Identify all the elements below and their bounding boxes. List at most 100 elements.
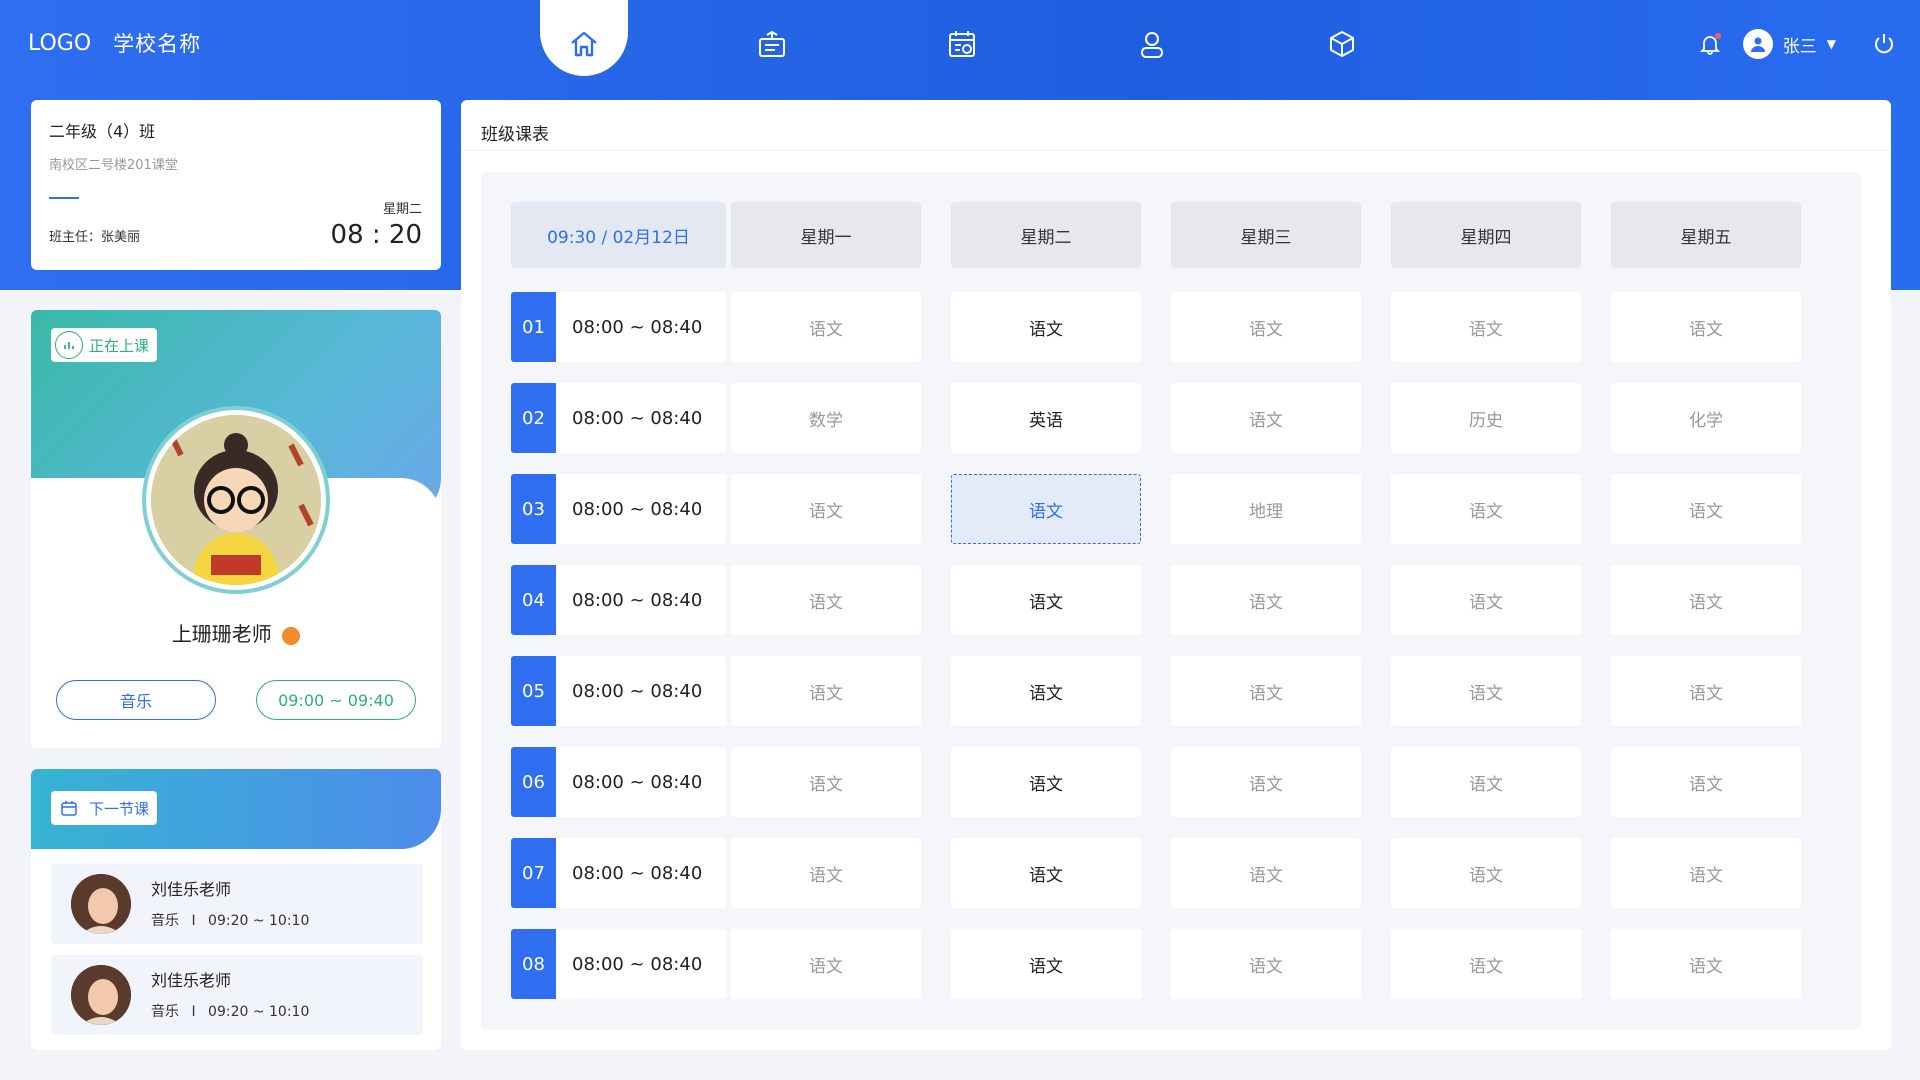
schedule-cell[interactable]: 语文 <box>731 474 921 544</box>
user-avatar-icon <box>1742 29 1773 59</box>
day-header: 星期三 <box>1171 202 1361 268</box>
period-time: 08:00 ~ 08:40 <box>572 407 703 429</box>
period-slot: 03 08:00 ~ 08:40 <box>511 474 726 544</box>
period-number: 04 <box>511 565 556 635</box>
schedule-cell[interactable]: 语文 <box>731 565 921 635</box>
period-slot: 01 08:00 ~ 08:40 <box>511 292 726 362</box>
period-time: 08:00 ~ 08:40 <box>572 680 703 702</box>
schedule-cell[interactable]: 语文 <box>1171 656 1361 726</box>
schedule-cell[interactable]: 语文 <box>1391 656 1581 726</box>
schedule-cell[interactable]: 语文 <box>951 929 1141 999</box>
divider <box>461 150 1891 151</box>
schedule-cell[interactable]: 化学 <box>1611 383 1801 453</box>
schedule-cell[interactable]: 语文 <box>1391 292 1581 362</box>
schedule-cell[interactable]: 语文 <box>1391 474 1581 544</box>
next-lesson-card: 下一节课 刘佳乐老师 音乐 I 09:20 ~ 10:10 刘佳乐老师 音乐 I… <box>31 769 441 1050</box>
schedule-cell[interactable]: 语文 <box>1611 565 1801 635</box>
schedule-cell[interactable]: 语文 <box>731 747 921 817</box>
next-lesson-tag-label: 下一节课 <box>89 799 150 818</box>
schedule-cell[interactable]: 语文 <box>951 838 1141 908</box>
schedule-cell[interactable]: 语文 <box>731 838 921 908</box>
teacher-avatar <box>71 965 131 1025</box>
schedule-cell[interactable]: 语文 <box>1391 929 1581 999</box>
schedule-cell[interactable]: 语文 <box>1611 929 1801 999</box>
next-lesson-info: 音乐 I 09:20 ~ 10:10 <box>151 1001 309 1021</box>
current-teacher-name: 上珊珊老师 <box>31 618 441 647</box>
list-item[interactable]: 刘佳乐老师 音乐 I 09:20 ~ 10:10 <box>51 955 423 1035</box>
day-header: 星期五 <box>1611 202 1801 268</box>
chat-icon[interactable] <box>282 626 301 645</box>
period-slot: 07 08:00 ~ 08:40 <box>511 838 726 908</box>
next-lesson-subject: 音乐 <box>151 913 179 929</box>
next-lesson-subject: 音乐 <box>151 1004 179 1020</box>
schedule-cell[interactable]: 语文 <box>951 292 1141 362</box>
schedule-cell[interactable]: 语文 <box>1171 838 1361 908</box>
schedule-cell[interactable]: 语文 <box>951 656 1141 726</box>
schedule-cell[interactable]: 语文 <box>1171 747 1361 817</box>
user-menu[interactable]: 张三 ▼ <box>1742 29 1836 59</box>
bell-icon[interactable] <box>1699 33 1721 55</box>
period-slot: 04 08:00 ~ 08:40 <box>511 565 726 635</box>
class-schedule-panel: 班级课表 09:30 / 02月12日 星期一 星期二 星期三 星期四 星期五 01 08:… <box>461 100 1891 1050</box>
current-lesson-card: 正在上课 上珊珊老师 音乐 09:00 ~ 09:40 <box>31 310 441 748</box>
brand: LOGO 学校名称 <box>28 28 201 58</box>
schedule-cell[interactable]: 语文 <box>1391 838 1581 908</box>
day-header: 星期四 <box>1391 202 1581 268</box>
current-teacher-name-text: 上珊珊老师 <box>171 622 272 646</box>
classroom-icon[interactable] <box>750 22 794 66</box>
schedule-cell[interactable]: 地理 <box>1171 474 1361 544</box>
schedule-cell[interactable]: 语文 <box>731 656 921 726</box>
schedule-cell[interactable]: 语文 <box>1171 565 1361 635</box>
accent-line <box>49 197 79 199</box>
top-nav <box>540 0 1400 100</box>
period-time: 08:00 ~ 08:40 <box>572 862 703 884</box>
schedule-cell[interactable]: 语文 <box>1611 656 1801 726</box>
period-number: 07 <box>511 838 556 908</box>
day-header: 星期二 <box>951 202 1141 268</box>
teacher-avatar <box>71 874 131 934</box>
schedule-cell[interactable]: 语文 <box>1611 838 1801 908</box>
schedule-cell[interactable]: 语文 <box>1391 565 1581 635</box>
schedule-cell[interactable]: 历史 <box>1391 383 1581 453</box>
schedule-cell[interactable]: 语文 <box>1391 747 1581 817</box>
day-header: 星期一 <box>731 202 921 268</box>
period-slot: 05 08:00 ~ 08:40 <box>511 656 726 726</box>
teacher-avatar <box>146 410 326 590</box>
header-time-date: 09:30 / 02月12日 <box>511 202 726 268</box>
schedule-cell[interactable]: 语文 <box>1171 292 1361 362</box>
period-slot: 08 08:00 ~ 08:40 <box>511 929 726 999</box>
schedule-cell[interactable]: 英语 <box>951 383 1141 453</box>
schedule-cell[interactable]: 数学 <box>731 383 921 453</box>
schedule-cell[interactable]: 语文 <box>1171 383 1361 453</box>
period-number: 08 <box>511 929 556 999</box>
schedule-cell[interactable]: 语文 <box>731 929 921 999</box>
box-icon[interactable] <box>1320 22 1364 66</box>
schedule-cell[interactable]: 语文 <box>731 292 921 362</box>
schedule-cell[interactable]: 语文 <box>1611 292 1801 362</box>
period-number: 05 <box>511 656 556 726</box>
schedule-icon[interactable] <box>940 22 984 66</box>
weekday: 星期二 <box>382 202 422 217</box>
list-item[interactable]: 刘佳乐老师 音乐 I 09:20 ~ 10:10 <box>51 864 423 944</box>
period-time: 08:00 ~ 08:40 <box>572 316 703 338</box>
separator: I <box>191 913 196 929</box>
schedule-cell[interactable]: 语文 <box>1611 747 1801 817</box>
head-teacher: 班主任：张美丽 <box>49 230 141 245</box>
subject-pill[interactable]: 音乐 <box>56 680 216 720</box>
home-icon[interactable] <box>562 22 606 66</box>
schedule-cell[interactable]: 语文 <box>951 565 1141 635</box>
next-lesson-info: 音乐 I 09:20 ~ 10:10 <box>151 910 309 930</box>
chevron-down-icon: ▼ <box>1826 37 1836 51</box>
schedule-cell[interactable]: 语文 <box>951 747 1141 817</box>
schedule-cell[interactable]: 语文 <box>951 474 1141 544</box>
time-pill[interactable]: 09:00 ~ 09:40 <box>256 680 416 720</box>
period-number: 02 <box>511 383 556 453</box>
power-icon[interactable] <box>1872 32 1896 56</box>
schedule-cell[interactable]: 语文 <box>1611 474 1801 544</box>
clock-time: 08 : 20 <box>330 220 422 250</box>
current-lesson-tag-label: 正在上课 <box>89 336 150 355</box>
schedule-cell[interactable]: 语文 <box>1171 929 1361 999</box>
school-name: 学校名称 <box>113 32 202 56</box>
person-icon[interactable] <box>1130 22 1174 66</box>
period-time: 08:00 ~ 08:40 <box>572 498 703 520</box>
